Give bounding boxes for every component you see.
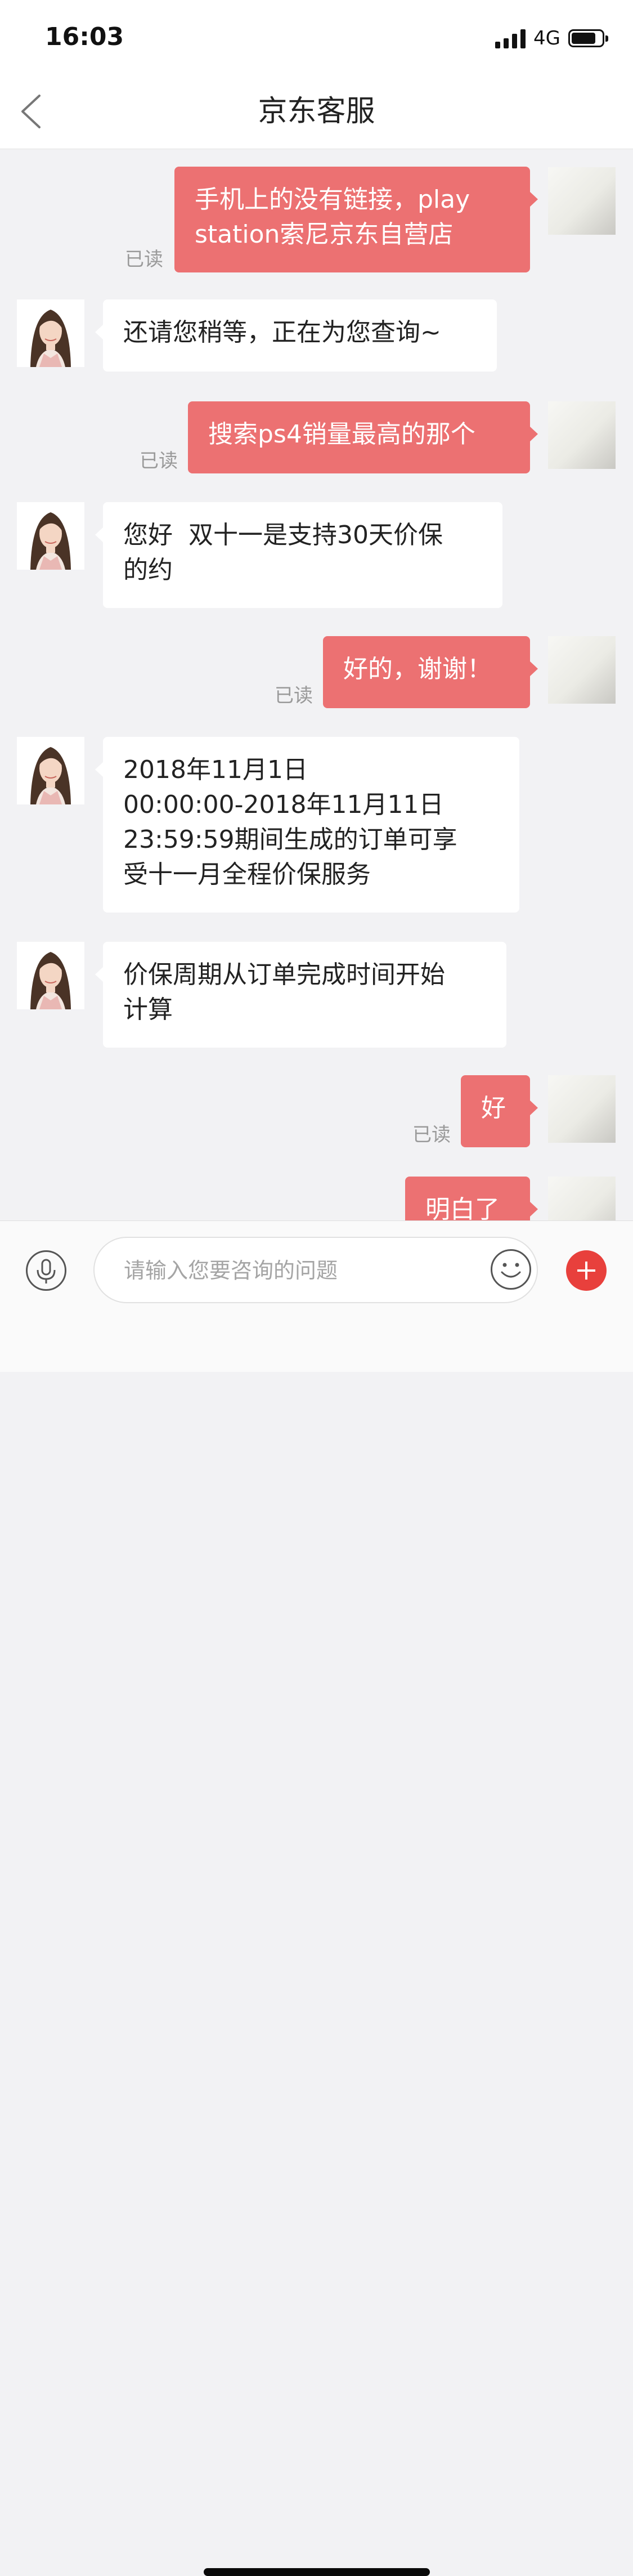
user-avatar[interactable]	[548, 401, 616, 469]
message-line: 的约	[123, 556, 173, 584]
message-bubble[interactable]: 还请您稍等，正在为您查询~	[95, 299, 497, 372]
message-input-field[interactable]	[93, 1237, 538, 1303]
message-line: 23:59:59期间生成的订单可享	[123, 825, 457, 854]
plus-icon[interactable]	[566, 1250, 607, 1291]
status-bar: 16:03 4G	[0, 0, 633, 74]
message-line: station索尼京东自营店	[195, 220, 454, 249]
message-line: 还请您稍等，正在为您查询~	[123, 318, 441, 347]
home-indicator	[204, 2568, 430, 2576]
message-bubble[interactable]: 好	[461, 1075, 538, 1147]
message-bubble[interactable]: 好的，谢谢！	[323, 636, 538, 708]
agent-avatar[interactable]	[17, 502, 84, 570]
microphone-icon[interactable]	[26, 1250, 66, 1291]
network-label: 4G	[533, 27, 560, 50]
user-avatar[interactable]	[548, 1075, 616, 1143]
message-line: 您好 双十一是支持30天价保	[123, 521, 443, 549]
chat-list[interactable]: 已读 手机上的没有链接，play station索尼京东自营店 还请您稍等，正在…	[0, 149, 633, 1220]
message-line: 计算	[123, 995, 173, 1024]
read-receipt: 已读	[275, 685, 313, 707]
message-bubble[interactable]: 搜索ps4销量最高的那个	[188, 401, 538, 473]
user-avatar[interactable]	[548, 636, 616, 704]
message-line: 好的，谢谢！	[343, 655, 492, 683]
message-bubble[interactable]: 手机上的没有链接，play station索尼京东自营店	[174, 167, 538, 272]
user-avatar[interactable]	[548, 167, 616, 235]
page-title: 京东客服	[258, 95, 375, 128]
read-receipt: 已读	[412, 1124, 451, 1146]
message-line: 搜索ps4销量最高的那个	[208, 420, 475, 449]
message-line: 2018年11月1日	[123, 755, 308, 784]
user-avatar[interactable]	[548, 1177, 616, 1220]
message-line: 手机上的没有链接，play	[195, 185, 470, 214]
message-bubble[interactable]: 您好 双十一是支持30天价保 的约	[95, 502, 502, 608]
message-input[interactable]	[123, 1251, 451, 1290]
read-receipt: 已读	[140, 450, 178, 472]
agent-portrait-icon	[17, 737, 84, 804]
smiley-icon[interactable]	[491, 1249, 531, 1290]
battery-icon	[568, 29, 608, 47]
message-line: 00:00:00-2018年11月11日	[123, 790, 444, 819]
agent-avatar[interactable]	[17, 737, 84, 804]
microphone-glyph	[37, 1259, 56, 1283]
agent-avatar[interactable]	[17, 299, 84, 367]
input-bar	[0, 1220, 633, 2576]
message-line: 好	[481, 1094, 506, 1122]
message-line: 价保周期从订单完成时间开始	[123, 960, 445, 989]
agent-portrait-icon	[17, 502, 84, 570]
read-receipt: 已读	[125, 248, 163, 271]
message-line: 受十一月全程价保服务	[123, 860, 371, 889]
status-time: 16:03	[45, 23, 124, 51]
nav-bar: 京东客服	[0, 74, 633, 149]
agent-avatar[interactable]	[17, 942, 84, 1009]
agent-portrait-icon	[17, 299, 84, 367]
agent-portrait-icon	[17, 942, 84, 1009]
message-bubble[interactable]: 明白了	[405, 1177, 538, 1220]
message-line: 明白了	[425, 1195, 500, 1220]
message-bubble[interactable]: 价保周期从订单完成时间开始 计算	[95, 942, 506, 1048]
smiley-glyph	[501, 1263, 521, 1278]
message-bubble[interactable]: 2018年11月1日 00:00:00-2018年11月11日 23:59:59…	[95, 737, 519, 913]
signal-icon	[495, 29, 527, 48]
